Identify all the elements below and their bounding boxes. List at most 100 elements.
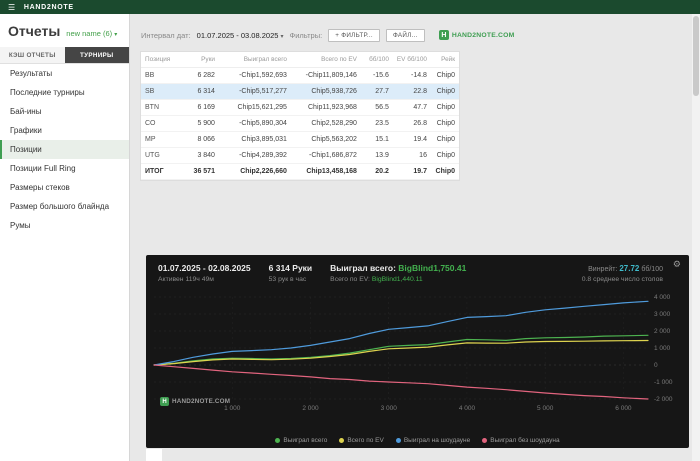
table-row[interactable]: CO 5 900 -Chip5,890,304 Chip2,528,290 23.5 26… — [141, 115, 459, 132]
svg-text:2 000: 2 000 — [302, 405, 319, 412]
gear-icon[interactable]: ⚙ — [673, 259, 681, 270]
table-cell: Chip5,938,726 — [290, 83, 361, 100]
svg-text:0: 0 — [654, 362, 658, 369]
svg-text:1 000: 1 000 — [654, 345, 671, 352]
chart-svg: 1 000 2 000 3 000 4 000 5 000 6 000 4 000 3 000… — [153, 294, 673, 412]
sidebar-item-5[interactable]: Позиции Full Ring — [0, 159, 129, 178]
sidebar-menu: Результаты Последние турниры Бай-ины График… — [0, 64, 129, 235]
table-cell: 6 314 — [178, 83, 219, 100]
svg-text:6 000: 6 000 — [615, 405, 632, 412]
sidebar-item-0[interactable]: Результаты — [0, 64, 129, 83]
table-cell: 47.7 — [392, 99, 431, 116]
title-bar: ☰ HAND2NOTE — [0, 0, 700, 14]
table-row[interactable]: BB 6 282 -Chip1,592,693 -Chip11,809,146 -15.… — [141, 67, 459, 84]
svg-text:2 000: 2 000 — [654, 328, 671, 335]
legend-item[interactable]: Всего по EV — [339, 437, 384, 444]
column-header[interactable]: Руки — [178, 52, 219, 68]
sidebar-item-2[interactable]: Бай-ины — [0, 102, 129, 121]
chart-hands: 6 314 Руки — [268, 263, 313, 273]
column-header[interactable]: Всего по EV — [290, 52, 361, 68]
vertical-scrollbar[interactable] — [692, 14, 700, 461]
brand-text: HAND2NOTE.COM — [172, 398, 231, 405]
sidebar-item-8[interactable]: Румы — [0, 216, 129, 235]
svg-text:1 000: 1 000 — [224, 405, 241, 412]
table-cell: Chip3,895,031 — [218, 131, 291, 148]
date-range-value: 01.07.2025 - 03.08.2025 — [196, 30, 279, 40]
svg-text:-2 000: -2 000 — [654, 396, 673, 403]
table-cell: CO — [141, 115, 179, 132]
toolbar-brand-link[interactable]: H HAND2NOTE.COM — [438, 30, 515, 40]
column-header[interactable]: Рейк — [430, 52, 459, 68]
chart-winrate-block: Винрейт: 27.72 бб/100 0.8 среднее число … — [582, 264, 663, 283]
legend-item[interactable]: Выиграл без шоудауна — [482, 437, 560, 444]
table-cell: 15.1 — [360, 131, 393, 148]
table-row[interactable]: UTG 3 840 -Chip4,289,392 -Chip1,686,872 13.9… — [141, 147, 459, 164]
table-cell: -Chip5,517,277 — [218, 83, 291, 100]
winrate-unit: бб/100 — [641, 266, 663, 273]
sidebar-item-4[interactable]: Позиции — [0, 140, 129, 159]
chart-legend: Выиграл всего Всего по EV Выиграл на шоуда… — [146, 437, 689, 444]
table-cell: 27.7 — [360, 83, 393, 100]
sidebar-item-1[interactable]: Последние турниры — [0, 83, 129, 102]
legend-dot-icon — [275, 438, 281, 443]
table-cell: 6 169 — [178, 99, 219, 116]
sidebar-item-3[interactable]: Графики — [0, 121, 129, 140]
filters-label: Фильтры: — [289, 30, 323, 40]
profile-name: new name (6) — [66, 29, 113, 38]
sidebar-item-6[interactable]: Размеры стеков — [0, 178, 129, 197]
column-header[interactable]: бб/100 — [360, 52, 393, 68]
table-cell: Chip5,563,202 — [290, 131, 361, 148]
legend-label: Выиграл на шоудауне — [403, 437, 471, 444]
svg-text:5 000: 5 000 — [537, 405, 554, 412]
chevron-down-icon: ▾ — [114, 32, 118, 38]
table-cell: -Chip1,686,872 — [290, 147, 361, 164]
legend-label: Всего по EV — [347, 437, 384, 444]
column-header[interactable]: Позиция — [141, 52, 179, 68]
legend-item[interactable]: Выиграл всего — [275, 437, 327, 444]
table-cell: Chip0 — [430, 163, 459, 180]
table-cell: 5 900 — [178, 115, 219, 132]
add-filter-button[interactable]: + ФИЛЬТР... — [328, 28, 380, 42]
table-cell: 6 282 — [178, 67, 219, 84]
sidebar-item-7[interactable]: Размер большого блайнда — [0, 197, 129, 216]
table-cell: Chip2,226,660 — [218, 163, 291, 180]
column-header[interactable]: EV бб/100 — [392, 52, 431, 68]
table-cell: 56.5 — [360, 99, 393, 116]
stats-table-body: BB 6 282 -Chip1,592,693 -Chip11,809,146 -15.… — [141, 67, 459, 180]
legend-item[interactable]: Выиграл на шоудауне — [395, 437, 471, 444]
file-button[interactable]: ФАЙЛ... — [385, 28, 425, 42]
table-cell: Chip13,458,168 — [290, 163, 361, 180]
table-row[interactable]: MP 8 066 Chip3,895,031 Chip5,563,202 15.1 19.… — [141, 131, 459, 148]
table-cell: 19.7 — [392, 163, 431, 180]
hand2note-logo-icon: H — [438, 30, 449, 40]
table-cell: ИТОГ — [141, 163, 179, 180]
table-row[interactable]: SB 6 314 -Chip5,517,277 Chip5,938,726 27.7 22… — [141, 83, 459, 100]
svg-text:-1 000: -1 000 — [654, 379, 673, 386]
table-cell: Chip0 — [430, 131, 459, 148]
tab-tournaments[interactable]: ТУРНИРЫ — [64, 47, 129, 63]
table-row[interactable]: ИТОГ 36 571 Chip2,226,660 Chip13,458,168 20.… — [141, 163, 459, 180]
table-cell: Chip0 — [430, 147, 459, 164]
table-cell: -Chip11,809,146 — [290, 67, 361, 84]
legend-dot-icon — [395, 438, 401, 443]
table-cell: -Chip1,592,693 — [218, 67, 291, 84]
profile-selector[interactable]: new name (6) ▾ — [66, 29, 117, 38]
table-cell: 26.8 — [392, 115, 431, 132]
legend-label: Выиграл всего — [283, 437, 328, 444]
hand2note-logo-icon: H — [160, 397, 169, 406]
brand-text: HAND2NOTE.COM — [451, 31, 515, 39]
page-title: Отчеты — [8, 23, 61, 39]
svg-text:4 000: 4 000 — [654, 294, 671, 301]
date-range-selector[interactable]: 01.07.2025 - 03.08.2025 ▾ — [197, 31, 284, 40]
scrollbar-thumb[interactable] — [693, 16, 699, 96]
menu-icon[interactable]: ☰ — [8, 3, 16, 12]
table-cell: BB — [141, 67, 179, 84]
table-cell: -14.8 — [392, 67, 431, 84]
content-area: Интервал дат: 01.07.2025 - 03.08.2025 ▾ … — [131, 14, 692, 461]
table-row[interactable]: BTN 6 169 Chip15,621,295 Chip11,923,968 56.5… — [141, 99, 459, 116]
tab-cash-reports[interactable]: КЭШ ОТЧЕТЫ — [0, 47, 65, 63]
column-header[interactable]: Выиграл всего — [218, 52, 291, 68]
table-cell: Chip0 — [430, 83, 459, 100]
table-cell: UTG — [141, 147, 179, 164]
chart-won-block: Выиграл всего: BigBlind1,750.41 Всего по… — [330, 263, 466, 283]
